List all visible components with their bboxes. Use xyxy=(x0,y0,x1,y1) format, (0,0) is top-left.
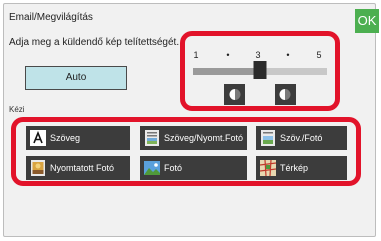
mode-label-map: Térkép xyxy=(280,163,309,173)
text-printed-photo-icon xyxy=(145,130,159,146)
mode-label-text-printed-photo: Szöveg/Nyomt.Fotó xyxy=(164,133,244,143)
mode-button-photo[interactable]: Fotó xyxy=(140,156,247,180)
mode-button-text-photo[interactable]: Szöv./Fotó xyxy=(256,126,347,150)
page-title: Email/Megvilágítás xyxy=(9,12,93,23)
auto-button[interactable]: Auto xyxy=(25,66,127,90)
mode-label-photo: Fotó xyxy=(164,163,183,173)
scale-label-3: 3 xyxy=(255,50,261,60)
scale-label-2: • xyxy=(226,50,230,60)
mode-button-map[interactable]: Térkép xyxy=(256,156,347,180)
map-icon xyxy=(260,160,276,176)
mode-label-text: Szöveg xyxy=(50,133,81,143)
text-mode-icon xyxy=(30,130,46,146)
exposure-slider-group: 1 • 3 • 5 xyxy=(180,31,340,111)
screen: Email/Megvilágítás OK Adja meg a küldend… xyxy=(0,0,381,241)
scale-label-1: 1 xyxy=(193,50,199,60)
increase-exposure-button[interactable] xyxy=(275,84,296,105)
instruction-text: Adja meg a küldendő kép telítettségét. xyxy=(9,37,180,48)
mode-label-text-photo: Szöv./Fotó xyxy=(280,133,323,143)
scale-label-4: • xyxy=(286,50,290,60)
printed-photo-icon xyxy=(31,160,45,176)
mode-button-text[interactable]: Szöveg xyxy=(26,126,130,150)
manual-mode-group: Szöveg Szöveg/Nyomt.Fotó Szöv./Fotó Nyom… xyxy=(11,117,361,186)
half-moon-right-icon xyxy=(279,89,291,100)
decrease-exposure-button[interactable] xyxy=(224,84,245,105)
exposure-slider-thumb[interactable] xyxy=(253,61,267,79)
manual-section-label: Kézi xyxy=(9,105,25,114)
half-moon-left-icon xyxy=(229,89,241,100)
scale-label-5: 5 xyxy=(316,50,322,60)
ok-button[interactable]: OK xyxy=(355,9,379,33)
exposure-slider-fill xyxy=(193,68,260,75)
mode-button-printed-photo[interactable]: Nyomtatott Fotó xyxy=(26,156,130,180)
mode-label-printed-photo: Nyomtatott Fotó xyxy=(50,163,115,173)
mode-button-text-printed-photo[interactable]: Szöveg/Nyomt.Fotó xyxy=(140,126,247,150)
text-photo-icon xyxy=(261,130,275,146)
photo-icon xyxy=(144,161,160,175)
